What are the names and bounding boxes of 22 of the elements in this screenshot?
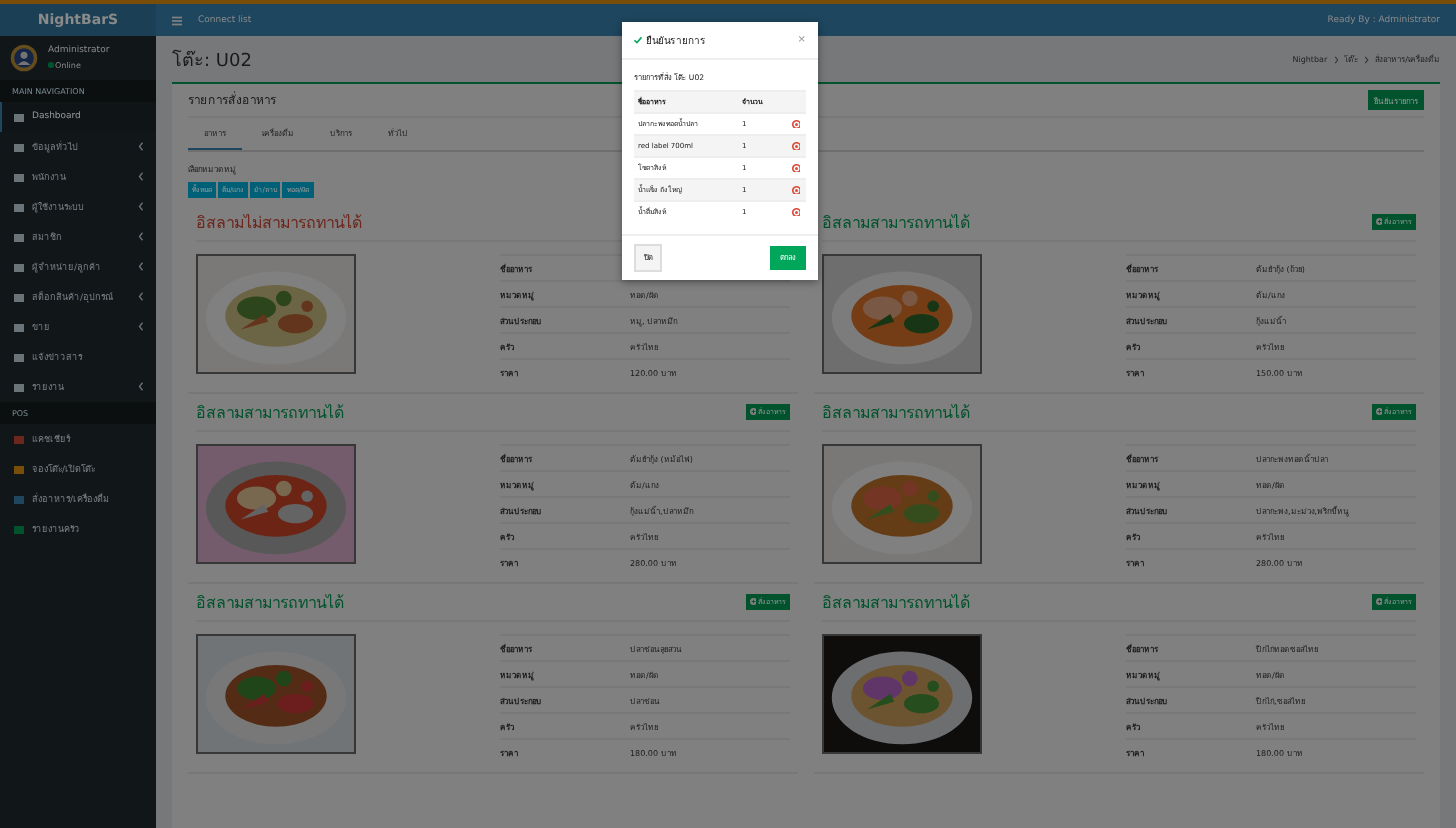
- card-heading: อิสลามสามารถทานได้: [196, 401, 344, 425]
- card-heading: อิสลามสามารถทานได้: [822, 591, 970, 615]
- remove-icon[interactable]: [791, 185, 801, 195]
- card-heading: อิสลามสามารถทานได้: [822, 401, 970, 425]
- remove-icon[interactable]: [791, 141, 801, 151]
- check-icon: [634, 36, 642, 44]
- plus-icon: [1375, 408, 1382, 416]
- chevron-icon: [1333, 55, 1339, 63]
- card-heading: อิสลามสามารถทานได้: [822, 211, 970, 235]
- page-title: โต๊ะ: U02: [172, 47, 252, 73]
- avatar-icon: [10, 44, 38, 72]
- chevron-icon: [1364, 55, 1370, 63]
- remove-icon[interactable]: [791, 207, 801, 217]
- plus-icon: [749, 598, 756, 606]
- plus-icon: [749, 408, 756, 416]
- plus-icon: [1375, 598, 1382, 606]
- menu-icon[interactable]: [172, 15, 182, 25]
- remove-icon[interactable]: [791, 119, 801, 129]
- remove-icon[interactable]: [791, 163, 801, 173]
- card-heading: อิสลามไม่สามารถทานได้: [196, 211, 362, 235]
- card-heading: อิสลามสามารถทานได้: [196, 591, 344, 615]
- plus-icon: [1375, 218, 1382, 226]
